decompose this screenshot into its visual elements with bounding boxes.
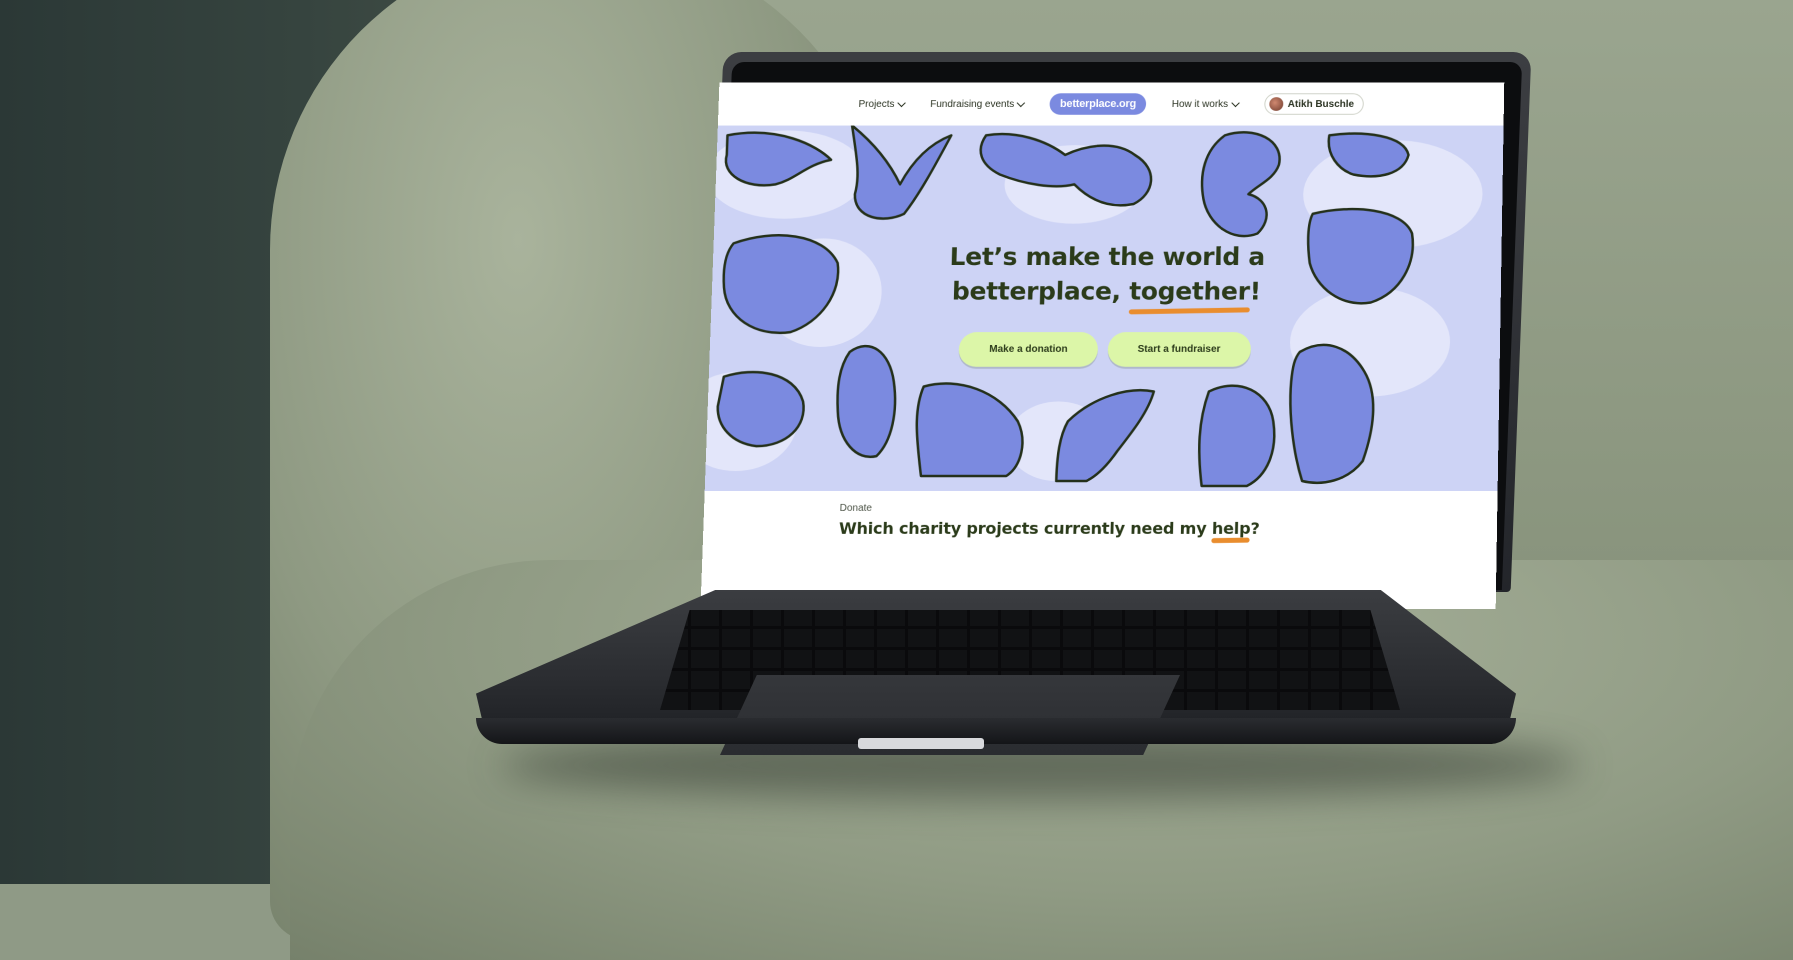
section-title-prefix: Which charity projects currently need my	[838, 518, 1213, 538]
section-eyebrow: Donate	[839, 502, 873, 514]
section-title-highlight: help	[1211, 518, 1251, 544]
headline-highlight: together	[1128, 274, 1251, 315]
headline-suffix: !	[1249, 276, 1262, 306]
headline-line-2: betterplace, together!	[711, 274, 1501, 315]
section-title-highlight-text: help	[1211, 518, 1251, 538]
nav-fundraising-events[interactable]: Fundraising events	[930, 98, 1026, 110]
nav-fundraising-label: Fundraising events	[930, 98, 1015, 110]
make-donation-button[interactable]: Make a donation	[958, 332, 1099, 367]
user-name: Atikh Buschle	[1287, 98, 1355, 110]
user-menu[interactable]: Atikh Buschle	[1263, 93, 1365, 115]
avatar	[1268, 97, 1283, 111]
laptop: Projects Fundraising events betterplace.…	[0, 0, 1793, 884]
section-title: Which charity projects currently need my…	[838, 518, 1260, 544]
browser-screen: Projects Fundraising events betterplace.…	[700, 82, 1505, 609]
laptop-base-edge	[476, 718, 1516, 744]
top-navigation: Projects Fundraising events betterplace.…	[717, 82, 1505, 126]
hero-section: Let’s make the world a betterplace, toge…	[704, 125, 1504, 491]
hand-illustration	[915, 384, 1024, 476]
hero-cta-row: Make a donation Start a fundraiser	[709, 332, 1500, 367]
headline-prefix: betterplace,	[951, 276, 1130, 306]
hand-illustration	[849, 125, 951, 219]
start-fundraiser-button[interactable]: Start a fundraiser	[1107, 332, 1251, 367]
hero-headline: Let’s make the world a betterplace, toge…	[711, 239, 1501, 315]
chevron-down-icon	[1017, 98, 1026, 107]
betterplace-logo[interactable]: betterplace.org	[1049, 93, 1147, 115]
laptop-lid-notch	[858, 738, 984, 749]
hand-illustration	[1201, 132, 1280, 236]
headline-highlight-text: together	[1128, 276, 1251, 306]
orange-underline	[1211, 537, 1251, 544]
hand-illustration	[716, 372, 804, 446]
chevron-down-icon	[897, 98, 906, 107]
section-title-suffix: ?	[1250, 518, 1260, 538]
nav-projects[interactable]: Projects	[858, 98, 906, 110]
nav-how-it-works[interactable]: How it works	[1171, 98, 1240, 110]
headline-line-1: Let’s make the world a	[949, 242, 1266, 271]
hand-illustration	[1198, 386, 1275, 486]
chevron-down-icon	[1230, 98, 1240, 107]
nav-projects-label: Projects	[858, 98, 895, 110]
nav-how-it-works-label: How it works	[1171, 98, 1229, 110]
